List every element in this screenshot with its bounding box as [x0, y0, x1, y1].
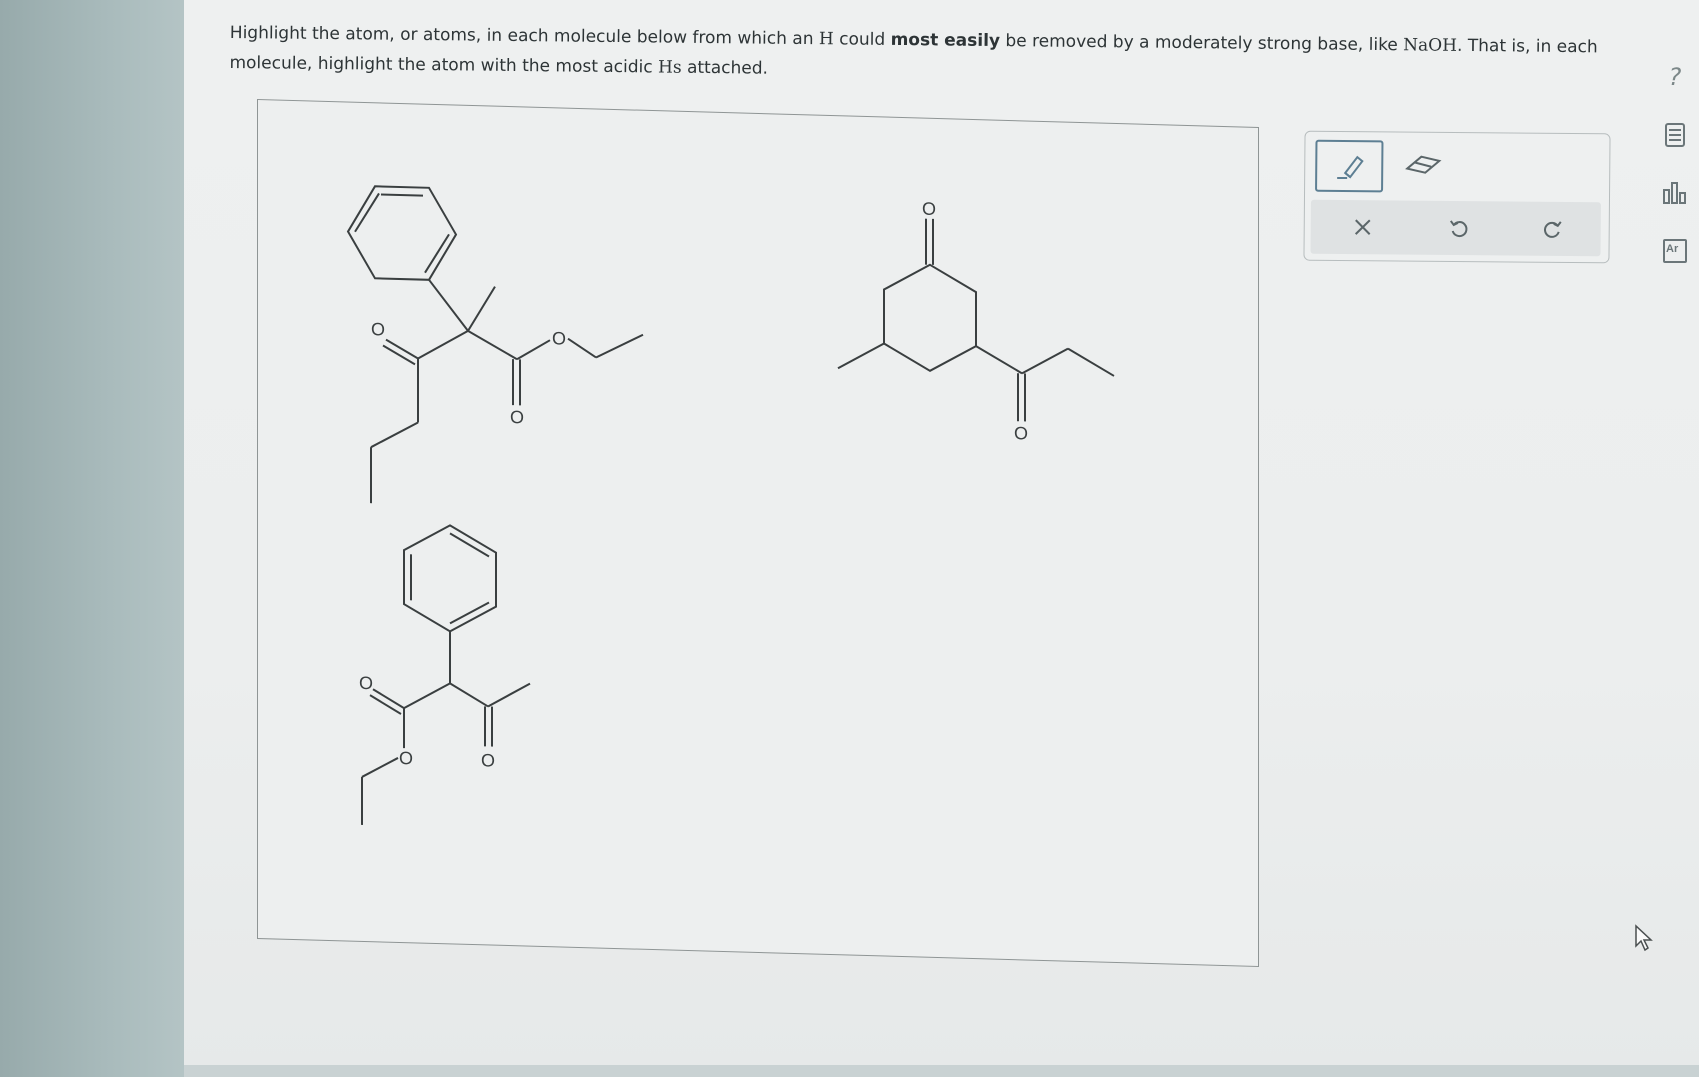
oxygen-atom[interactable]: O — [552, 328, 566, 348]
molecule-1[interactable] — [346, 185, 644, 511]
oxygen-atom[interactable]: O — [399, 748, 413, 768]
undo-button[interactable] — [1439, 209, 1479, 247]
benzene-ring — [403, 524, 497, 633]
help-button[interactable]: ? — [1660, 62, 1690, 92]
calculator-icon — [1665, 123, 1685, 147]
clear-button[interactable] — [1343, 208, 1383, 246]
help-icon: ? — [1668, 63, 1682, 91]
oxygen-atom[interactable]: O — [359, 673, 373, 693]
chart-button[interactable] — [1660, 178, 1690, 208]
pencil-tool-button[interactable] — [1315, 139, 1384, 193]
redo-icon — [1544, 221, 1562, 238]
close-icon — [1354, 219, 1371, 235]
undo-icon — [1449, 220, 1468, 238]
drawing-toolbar — [1303, 130, 1611, 264]
benzene-ring — [346, 185, 458, 281]
methyl-bond[interactable] — [467, 286, 496, 332]
mouse-cursor-icon — [1633, 924, 1655, 956]
oxygen-atom[interactable]: O — [1014, 423, 1028, 443]
oxygen-atom[interactable]: O — [481, 750, 495, 770]
bottom-strip — [184, 1065, 1699, 1077]
eraser-icon — [1405, 155, 1442, 174]
molecule-canvas[interactable]: O O O O O O O O — [257, 99, 1259, 967]
action-row — [1310, 199, 1601, 257]
molecule-2[interactable] — [837, 216, 1115, 424]
bond[interactable] — [417, 329, 469, 360]
periodic-table-button[interactable]: Ar — [1660, 236, 1690, 266]
oxygen-atom[interactable]: O — [510, 407, 524, 427]
molecule-3[interactable] — [361, 523, 531, 830]
cyclohexanone-ring — [883, 263, 977, 372]
oxygen-atom[interactable]: O — [922, 199, 936, 219]
monitor-bezel — [0, 0, 184, 1077]
pencil-icon — [1337, 155, 1364, 180]
bond[interactable] — [428, 279, 469, 332]
eraser-tool-button[interactable] — [1391, 140, 1455, 189]
chart-icon — [1663, 182, 1686, 204]
redo-button[interactable] — [1533, 210, 1573, 248]
bond[interactable] — [467, 330, 518, 361]
calculator-button[interactable] — [1660, 120, 1690, 150]
oxygen-atom[interactable]: O — [371, 319, 385, 339]
